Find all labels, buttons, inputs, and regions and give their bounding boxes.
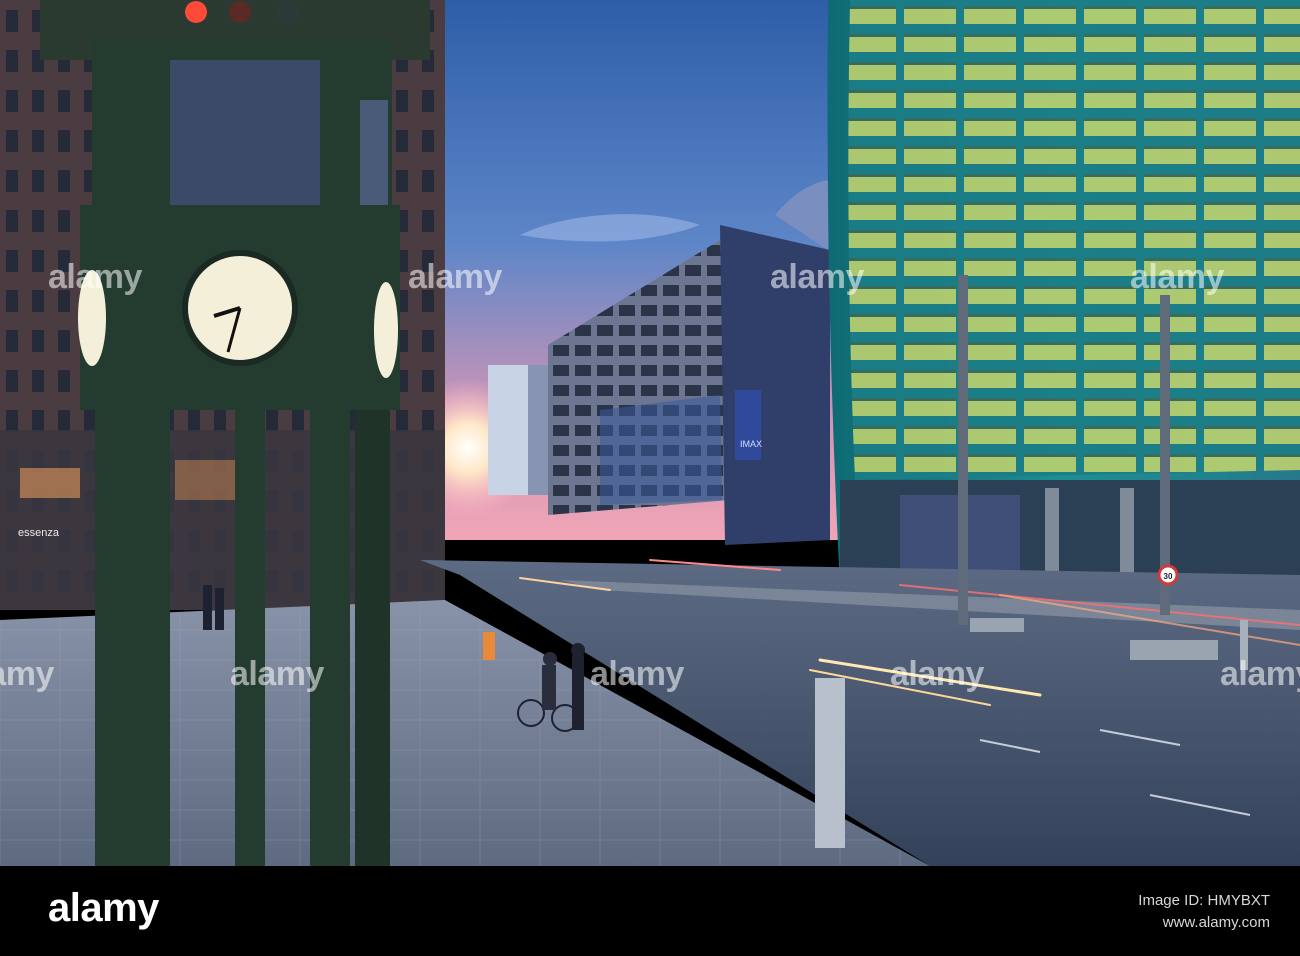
glass-corner-building bbox=[720, 225, 830, 545]
footer-logo[interactable]: alamy bbox=[48, 886, 159, 931]
svg-text:30: 30 bbox=[1164, 572, 1173, 581]
street-scene-photo: essenza IMAX 30 bbox=[0, 0, 1300, 866]
bollard bbox=[483, 632, 495, 660]
lamp-pole bbox=[958, 275, 968, 625]
bench bbox=[970, 618, 1024, 632]
imax-sign: IMAX bbox=[740, 439, 762, 449]
clock-tower bbox=[40, 0, 430, 866]
stock-footer: alamy Image ID: HMYBXT www.alamy.com bbox=[0, 866, 1300, 956]
shop-sign: essenza bbox=[18, 527, 60, 539]
bench bbox=[1130, 640, 1218, 660]
signal-post bbox=[1240, 620, 1248, 670]
traffic-light-red bbox=[185, 1, 207, 23]
image-id: Image ID: HMYBXT bbox=[1138, 892, 1270, 909]
footer-meta: Image ID: HMYBXT www.alamy.com bbox=[1138, 890, 1270, 934]
site-url[interactable]: www.alamy.com bbox=[1138, 912, 1270, 934]
info-column bbox=[815, 678, 845, 848]
